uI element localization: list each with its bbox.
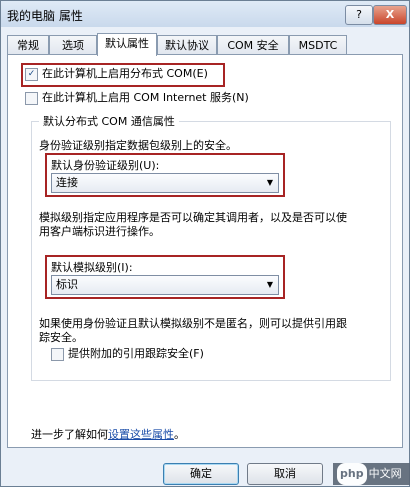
tab-options[interactable]: 选项 [49,35,97,56]
impersonation-level-value: 标识 [56,278,78,291]
cancel-button[interactable]: 取消 [247,463,323,485]
auth-description: 身份验证级别指定数据包级别上的安全。 [39,139,237,152]
window-title: 我的电脑 属性 [7,9,83,23]
learn-more-suffix: 。 [174,428,185,441]
enable-dcom-checkbox[interactable]: ✓ [25,67,38,81]
ok-button[interactable]: 确定 [163,463,239,485]
group-legend: 默认分布式 COM 通信属性 [39,113,179,129]
chevron-down-icon: ▼ [266,178,273,187]
chevron-down-icon: ▼ [266,280,273,289]
close-icon: X [385,8,395,21]
impersonation-level-select[interactable]: 标识 ▼ [51,275,279,295]
watermark-text: 中文网 [368,467,402,480]
learn-more-link[interactable]: 设置这些属性 [108,428,174,441]
enable-com-internet-label: 在此计算机上启用 COM Internet 服务(N) [42,91,249,104]
help-button[interactable]: ? [345,5,373,25]
ref-tracking-checkbox[interactable] [51,347,64,361]
help-icon: ? [356,8,362,21]
learn-more-line: 进一步了解如何设置这些属性。 [31,426,185,442]
tab-strip: 常规 选项 默认属性 默认协议 COM 安全 MSDTC [7,33,403,56]
tab-msdtc[interactable]: MSDTC [289,35,347,56]
ref-tracking-description-line2: 踪安全。 [39,331,83,344]
enable-com-internet-checkbox-row[interactable]: 在此计算机上启用 COM Internet 服务(N) [25,89,249,107]
tab-default-protocols[interactable]: 默认协议 [157,35,217,56]
ref-tracking-checkbox-row[interactable]: 提供附加的引用跟踪安全(F) [51,345,204,363]
auth-level-value: 连接 [56,176,78,189]
watermark: php 中文网 [333,463,410,485]
impersonation-description-line2: 用客户端标识进行操作。 [39,225,160,238]
enable-dcom-checkbox-row[interactable]: ✓ 在此计算机上启用分布式 COM(E) [25,65,208,83]
enable-com-internet-checkbox[interactable] [25,91,38,105]
tab-default-properties[interactable]: 默认属性 [97,33,157,56]
ref-tracking-label: 提供附加的引用跟踪安全(F) [68,347,204,360]
properties-dialog: 我的电脑 属性 ? X 常规 选项 默认属性 默认协议 COM 安全 MSDTC… [0,0,410,487]
impersonation-level-label: 默认模拟级别(I): [51,261,133,274]
title-bar: 我的电脑 属性 ? X [1,1,409,27]
close-button[interactable]: X [373,5,407,25]
tab-general[interactable]: 常规 [7,35,49,56]
tab-com-security[interactable]: COM 安全 [217,35,289,56]
auth-level-select[interactable]: 连接 ▼ [51,173,279,193]
watermark-logo: php [337,463,367,485]
ref-tracking-description-line1: 如果使用身份验证且默认模拟级别不是匿名，则可以提供引用跟 [39,317,347,330]
enable-dcom-label: 在此计算机上启用分布式 COM(E) [42,67,208,80]
learn-more-prefix: 进一步了解如何 [31,428,108,441]
auth-level-label: 默认身份验证级别(U): [51,159,160,172]
